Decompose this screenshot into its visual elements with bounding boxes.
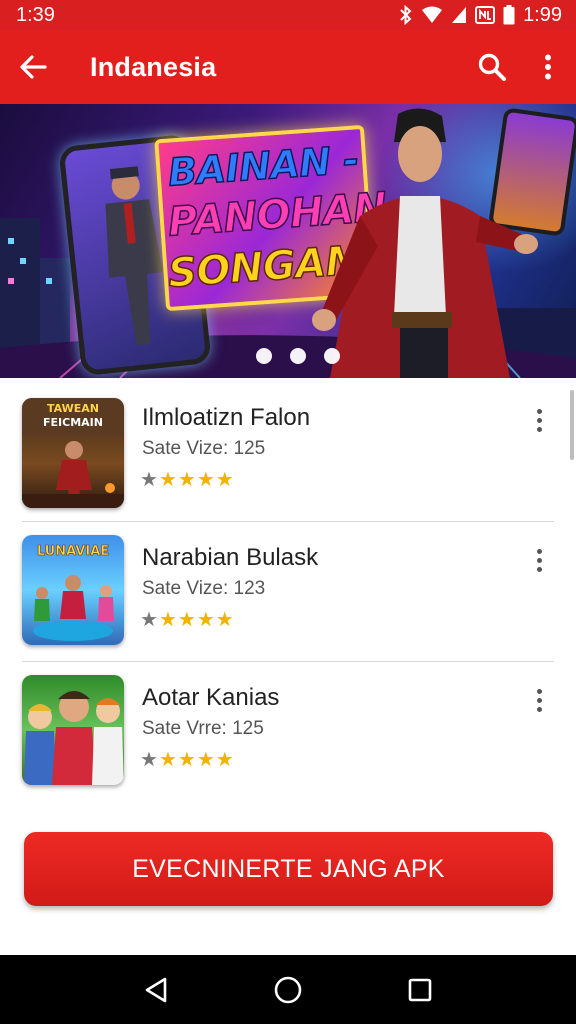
- hero-character-illustration: [312, 108, 538, 378]
- carousel-dot[interactable]: [290, 348, 306, 364]
- home-circle-icon: [274, 976, 302, 1003]
- star-icon: ★: [140, 749, 158, 771]
- bluetooth-icon: [399, 5, 413, 25]
- wifi-icon: [421, 6, 443, 24]
- star-icon: ★: [158, 609, 177, 631]
- list-item[interactable]: Aotar Kanias Sate Vrre: 125 ★ ★ ★ ★ ★: [0, 658, 576, 798]
- star-icon: ★: [177, 609, 196, 631]
- app-bar: Indanesia: [0, 30, 576, 104]
- battery-icon: [503, 5, 515, 25]
- svg-text:LUNAVIAE: LUNAVIAE: [37, 544, 109, 559]
- list-item[interactable]: LUNAVIAE Narabian Bulask Sate Vize: 123 …: [0, 518, 576, 658]
- status-icons: 1:99: [399, 4, 562, 27]
- more-options-button[interactable]: [520, 30, 576, 104]
- star-icon: ★: [140, 469, 158, 491]
- carousel-dot[interactable]: [256, 348, 272, 364]
- nfc-icon: [475, 6, 496, 24]
- app-icon: TAWEAN FEICMAIN: [22, 398, 124, 508]
- app-meta: Sate Vize: 123: [142, 578, 266, 599]
- star-icon: ★: [140, 609, 158, 631]
- back-triangle-icon: [145, 977, 167, 1002]
- signal-icon: [451, 6, 467, 24]
- dot-icon: [536, 426, 542, 432]
- item-more-button[interactable]: [524, 400, 554, 440]
- dot-icon: [536, 557, 542, 563]
- app-name: Aotar Kanias: [142, 684, 280, 711]
- app-name: Ilmloatizn Falon: [142, 404, 311, 431]
- star-icon: ★: [196, 469, 215, 491]
- star-icon: ★: [215, 609, 234, 631]
- app-meta: Sate Vrre: 125: [142, 718, 264, 739]
- star-icon: ★: [158, 749, 177, 771]
- svg-text:TAWEAN: TAWEAN: [47, 402, 99, 415]
- search-button[interactable]: [464, 30, 520, 104]
- page-title: Indanesia: [90, 51, 217, 82]
- download-apk-button[interactable]: EVECNINERTE JANG APK: [24, 832, 553, 906]
- star-icon: ★: [177, 469, 196, 491]
- back-arrow-icon: [20, 55, 47, 79]
- star-icon: ★: [196, 749, 215, 771]
- dot-icon: [536, 697, 542, 703]
- star-icon: ★: [215, 469, 234, 491]
- star-icon: ★: [215, 749, 234, 771]
- app-name: Narabian Bulask: [142, 544, 319, 571]
- dot-icon: [536, 417, 542, 423]
- promo-banner[interactable]: BAINAN - PANOHAN SONGAM: [0, 104, 576, 378]
- item-more-button[interactable]: [524, 540, 554, 580]
- item-more-button[interactable]: [524, 680, 554, 720]
- system-nav-bar: [0, 955, 576, 1024]
- status-time-left: 1:39: [16, 3, 55, 26]
- recents-square-icon: [408, 978, 432, 1001]
- nav-back-button[interactable]: [131, 965, 181, 1015]
- more-vert-icon: [545, 54, 551, 80]
- nav-home-button[interactable]: [263, 965, 313, 1015]
- star-icon: ★: [196, 609, 215, 631]
- dot-icon: [536, 566, 542, 572]
- carousel-indicator: [0, 348, 576, 364]
- dot-icon: [536, 408, 542, 414]
- dot-icon: [536, 548, 542, 554]
- svg-text:FEICMAIN: FEICMAIN: [43, 416, 103, 429]
- nav-recents-button[interactable]: [395, 965, 445, 1015]
- status-time-right: 1:99: [523, 3, 562, 26]
- star-rating: ★ ★ ★ ★ ★: [140, 470, 234, 490]
- star-icon: ★: [158, 469, 177, 491]
- app-icon: [22, 675, 124, 785]
- dot-icon: [536, 706, 542, 712]
- dot-icon: [536, 688, 542, 694]
- status-bar: 1:39 1:99: [0, 0, 576, 30]
- star-icon: ★: [177, 749, 196, 771]
- carousel-dot[interactable]: [324, 348, 340, 364]
- back-button[interactable]: [0, 30, 66, 104]
- list-item[interactable]: TAWEAN FEICMAIN Ilmloatizn Falon Sate Vi…: [0, 378, 576, 518]
- star-rating: ★ ★ ★ ★ ★: [140, 750, 234, 770]
- scrollbar-thumb[interactable]: [570, 390, 574, 460]
- star-rating: ★ ★ ★ ★ ★: [140, 610, 234, 630]
- app-meta: Sate Vize: 125: [142, 438, 266, 459]
- search-icon: [478, 53, 506, 81]
- app-icon: LUNAVIAE: [22, 535, 124, 645]
